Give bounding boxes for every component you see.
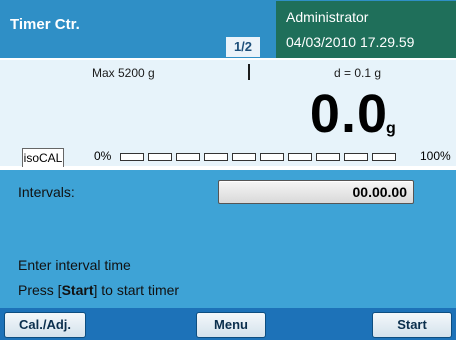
footer-bar: Cal./Adj. Menu Start: [0, 308, 456, 340]
instruction-line-2: Press [Start] to start timer: [18, 282, 179, 298]
page-indicator[interactable]: 1/2: [226, 37, 260, 57]
cal-adj-button[interactable]: Cal./Adj.: [4, 312, 86, 338]
capacity-bar-segment: [120, 153, 144, 161]
capacity-bar-segment: [316, 153, 340, 161]
capacity-bar-segment: [148, 153, 172, 161]
user-info-panel: Administrator 04/03/2010 17.29.59: [276, 1, 456, 58]
date-time: 04/03/2010 17.29.59: [286, 34, 415, 50]
menu-button[interactable]: Menu: [196, 312, 266, 338]
capacity-bar-segment: [260, 153, 284, 161]
capacity-bar: [120, 153, 396, 161]
settings-form: Intervals: 00.00.00 Enter interval time …: [0, 170, 456, 308]
readability-label: d = 0.1 g: [334, 66, 382, 80]
bar-min-label: 0%: [94, 149, 112, 163]
isocal-tab[interactable]: isoCAL: [22, 148, 64, 167]
user-name: Administrator: [286, 9, 369, 25]
capacity-bar-segment: [288, 153, 312, 161]
divider-tick: [248, 64, 250, 80]
instruction-suffix: ] to start timer: [93, 282, 180, 298]
intervals-label: Intervals:: [18, 184, 75, 200]
start-button[interactable]: Start: [372, 312, 452, 338]
page-title: Timer Ctr.: [10, 16, 80, 33]
weighing-display: Max 5200 g d = 0.1 g 0.0 g isoCAL 0% 100…: [0, 58, 456, 168]
instruction-line-1: Enter interval time: [18, 257, 131, 273]
capacity-bar-segment: [176, 153, 200, 161]
weight-value: 0.0: [309, 84, 388, 144]
capacity-bar-segment: [232, 153, 256, 161]
instruction-prefix: Press [: [18, 282, 62, 298]
capacity-bar-segment: [372, 153, 396, 161]
max-capacity-label: Max 5200 g: [92, 66, 155, 80]
capacity-bar-segment: [344, 153, 368, 161]
balance-screen: Timer Ctr. 1/2 Administrator 04/03/2010 …: [0, 0, 456, 340]
bar-max-label: 100%: [420, 149, 451, 163]
capacity-bar-segment: [204, 153, 228, 161]
header-bar: Timer Ctr. 1/2 Administrator 04/03/2010 …: [0, 0, 456, 58]
instruction-key: Start: [61, 282, 94, 298]
weight-unit: g: [386, 120, 396, 137]
intervals-field[interactable]: 00.00.00: [218, 180, 414, 204]
